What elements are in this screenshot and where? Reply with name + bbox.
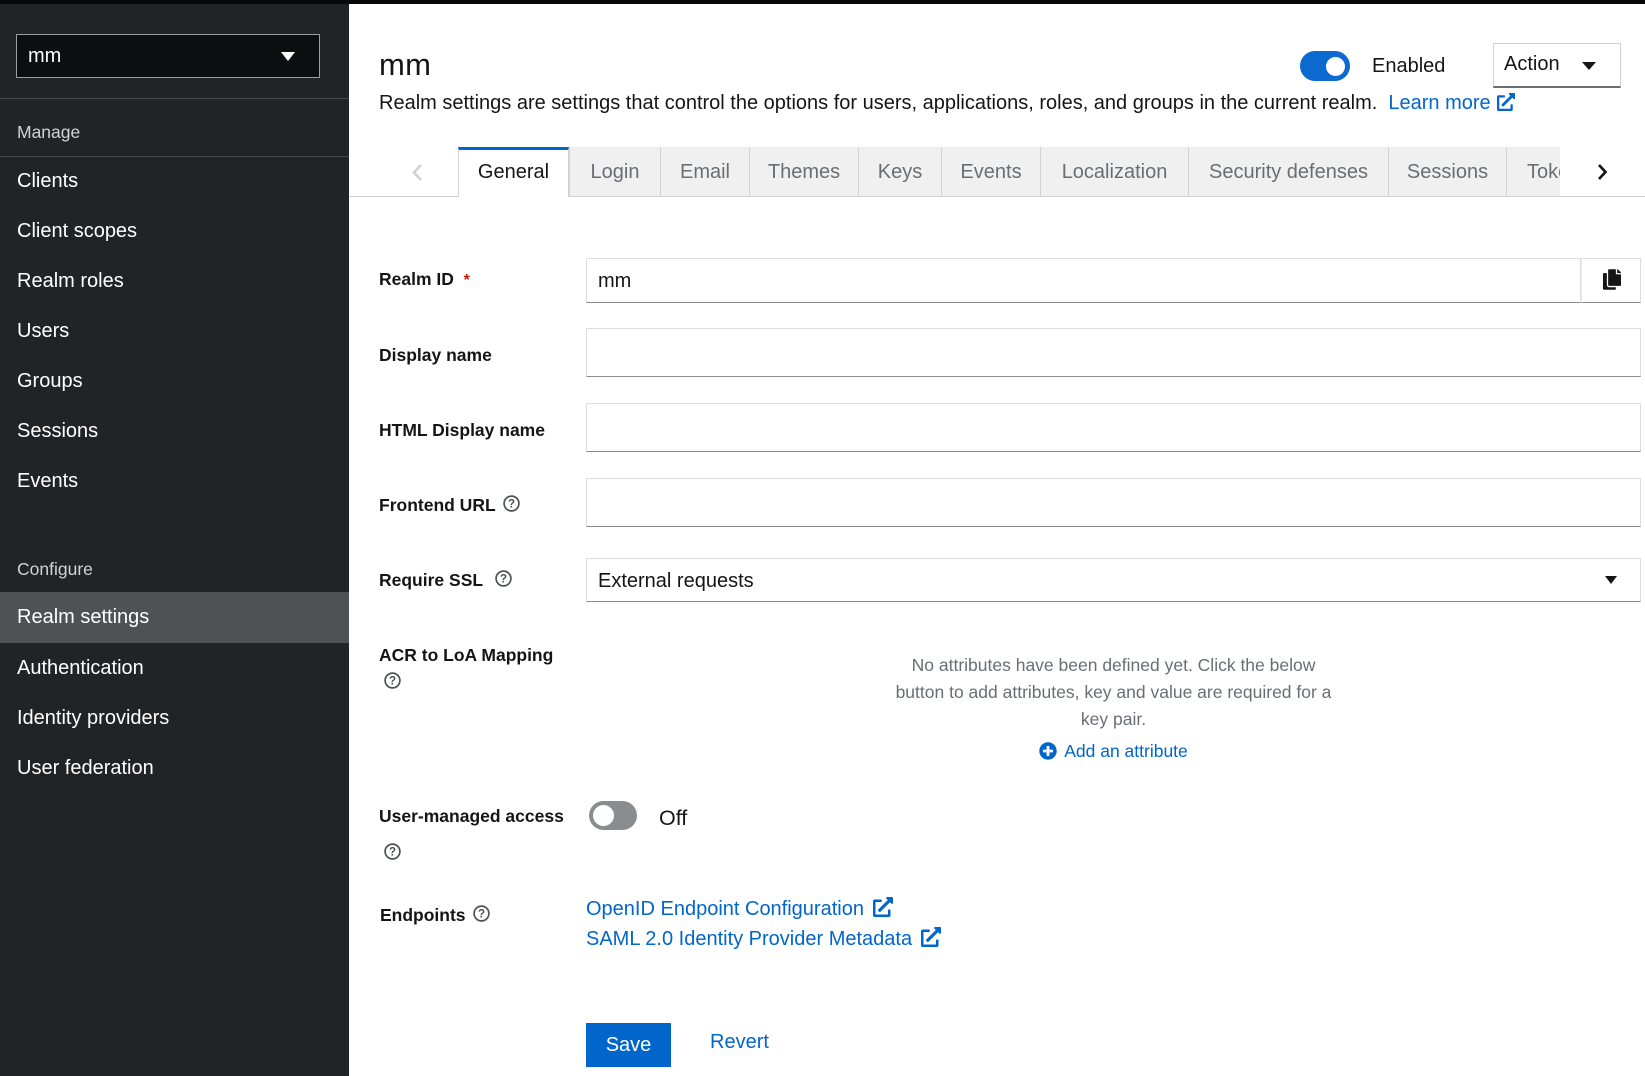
svg-text:?: ?	[389, 675, 396, 687]
svg-text:?: ?	[508, 498, 515, 510]
svg-text:?: ?	[389, 846, 396, 858]
svg-text:?: ?	[500, 573, 507, 585]
svg-text:?: ?	[478, 908, 485, 920]
